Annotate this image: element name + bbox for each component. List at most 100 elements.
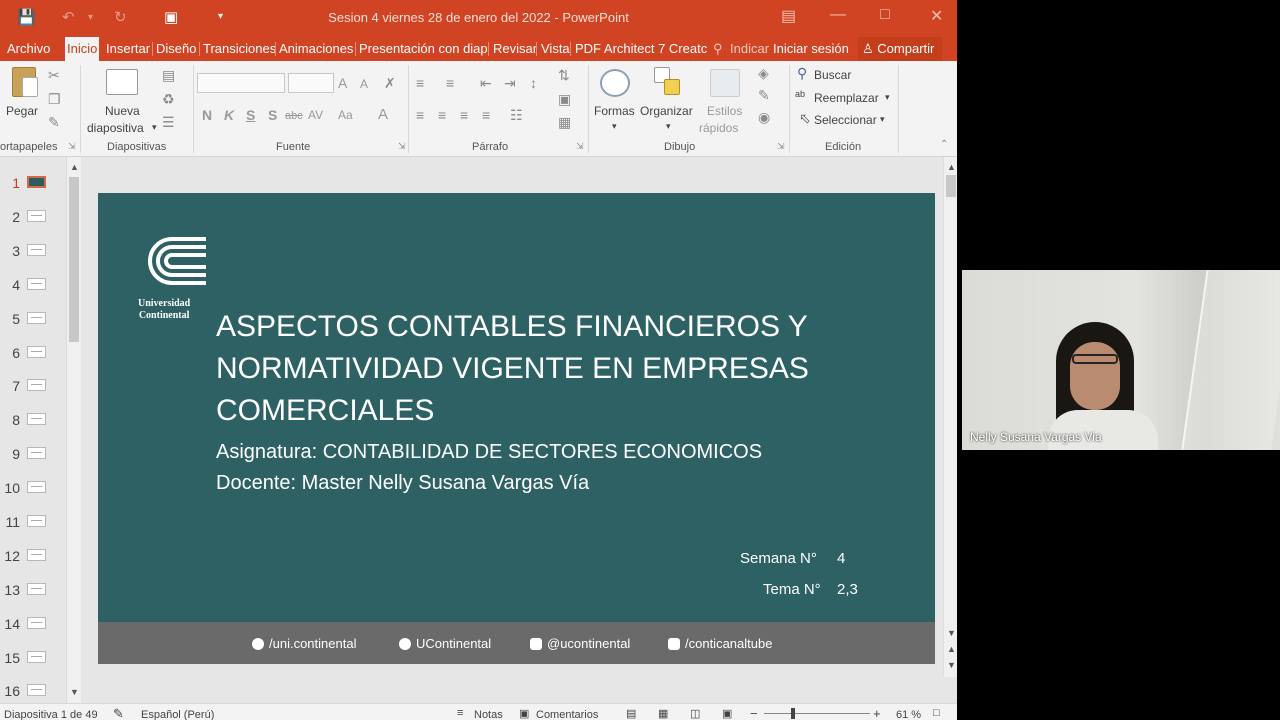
thumbnails-scrollbar[interactable]: ▲ ▼ bbox=[66, 157, 81, 703]
lightbulb-icon[interactable]: ⚲ bbox=[713, 41, 723, 57]
select-button[interactable]: Seleccionar bbox=[814, 113, 877, 127]
notes-button[interactable]: Notas bbox=[474, 709, 503, 720]
scroll-up-icon[interactable]: ▲ bbox=[947, 162, 956, 172]
fit-slide-icon[interactable]: □ bbox=[933, 707, 940, 719]
new-slide-icon[interactable] bbox=[106, 69, 138, 95]
maximize-icon[interactable]: □ bbox=[880, 6, 890, 24]
tab-revisar[interactable]: Revisar bbox=[493, 41, 537, 56]
notes-icon[interactable]: ≡ bbox=[457, 707, 463, 719]
thumbnail-number[interactable]: 10 bbox=[2, 480, 20, 496]
cursor-icon[interactable]: ⬁ bbox=[799, 110, 811, 127]
italic-button[interactable]: K bbox=[224, 107, 234, 123]
align-right-icon[interactable]: ≡ bbox=[460, 107, 468, 123]
thumbnail-number[interactable]: 13 bbox=[2, 582, 20, 598]
replace-button[interactable]: Reemplazar bbox=[814, 91, 879, 105]
slide-thumbnail[interactable] bbox=[27, 413, 46, 425]
slide-canvas[interactable]: Universidad Continental ASPECTOS CONTABL… bbox=[98, 193, 935, 664]
sign-in-link[interactable]: Iniciar sesión bbox=[773, 41, 849, 56]
slide-thumbnail[interactable] bbox=[27, 651, 46, 663]
replace-dropdown-icon[interactable]: ▾ bbox=[885, 92, 890, 103]
share-button[interactable]: ♙ Compartir bbox=[858, 37, 943, 61]
tab-inicio[interactable]: Inicio bbox=[65, 37, 100, 61]
thumbnail-number[interactable]: 4 bbox=[2, 277, 20, 293]
slide-thumbnail[interactable] bbox=[27, 176, 46, 188]
tab-transiciones[interactable]: Transiciones bbox=[203, 41, 276, 56]
tab-pdf-architect[interactable]: PDF Architect 7 Creatc bbox=[575, 41, 707, 56]
dialog-launcher-icon[interactable]: ⇲ bbox=[576, 141, 584, 152]
zoom-level[interactable]: 61 % bbox=[896, 709, 921, 720]
cut-icon[interactable]: ✂ bbox=[48, 67, 60, 84]
grow-font-button[interactable]: A bbox=[338, 75, 347, 91]
new-slide-dropdown-icon[interactable]: ▾ bbox=[152, 122, 157, 133]
search-icon[interactable]: ⚲ bbox=[797, 65, 807, 82]
arrange-dropdown-icon[interactable]: ▾ bbox=[666, 121, 671, 132]
reading-view-icon[interactable]: ◫ bbox=[690, 707, 700, 720]
thumbnail-number[interactable]: 5 bbox=[2, 311, 20, 327]
change-case-button[interactable]: Aa bbox=[338, 108, 353, 122]
normal-view-icon[interactable]: ▤ bbox=[626, 707, 636, 720]
slide-thumbnail[interactable] bbox=[27, 447, 46, 459]
decrease-indent-icon[interactable]: ⇤ bbox=[480, 75, 492, 92]
slideshow-view-icon[interactable]: ▣ bbox=[722, 707, 732, 720]
tab-archivo[interactable]: Archivo bbox=[7, 41, 50, 56]
tab-diseno[interactable]: Diseño bbox=[156, 41, 196, 56]
section-icon[interactable]: ☰ bbox=[162, 114, 175, 131]
dialog-launcher-icon[interactable]: ⇲ bbox=[398, 141, 406, 152]
copy-icon[interactable]: ❐ bbox=[48, 91, 61, 108]
arrange-button[interactable]: Organizar bbox=[640, 104, 693, 118]
scrollbar-thumb[interactable] bbox=[69, 177, 79, 342]
quick-styles-label-2[interactable]: rápidos bbox=[699, 121, 738, 135]
dialog-launcher-icon[interactable]: ⇲ bbox=[68, 141, 76, 152]
increase-indent-icon[interactable]: ⇥ bbox=[504, 75, 516, 92]
align-left-icon[interactable]: ≡ bbox=[416, 107, 424, 123]
slide-thumbnail[interactable] bbox=[27, 379, 46, 391]
text-direction-icon[interactable]: ⇅ bbox=[558, 67, 570, 84]
thumbnail-number[interactable]: 3 bbox=[2, 243, 20, 259]
slide-thumbnail[interactable] bbox=[27, 210, 46, 222]
paste-button[interactable]: Pegar bbox=[6, 104, 38, 118]
columns-icon[interactable]: ☷ bbox=[510, 107, 523, 124]
tab-presentacion[interactable]: Presentación con diap bbox=[359, 41, 488, 56]
slide-thumbnail[interactable] bbox=[27, 549, 46, 561]
thumbnail-number[interactable]: 2 bbox=[2, 209, 20, 225]
slide-thumbnail[interactable] bbox=[27, 312, 46, 324]
comments-button[interactable]: Comentarios bbox=[536, 709, 598, 720]
tab-animaciones[interactable]: Animaciones bbox=[279, 41, 353, 56]
language-indicator[interactable]: Español (Perú) bbox=[141, 709, 214, 720]
quick-styles-icon[interactable] bbox=[710, 69, 740, 97]
thumbnail-number[interactable]: 8 bbox=[2, 412, 20, 428]
scroll-down-icon[interactable]: ▼ bbox=[947, 628, 956, 638]
underline-button[interactable]: S bbox=[246, 107, 255, 123]
thumbnail-number[interactable]: 14 bbox=[2, 616, 20, 632]
thumbnail-number[interactable]: 7 bbox=[2, 378, 20, 394]
new-slide-label-2[interactable]: diapositiva bbox=[87, 121, 144, 135]
thumbnail-number[interactable]: 9 bbox=[2, 446, 20, 462]
slide-thumbnail[interactable] bbox=[27, 617, 46, 629]
zoom-slider[interactable] bbox=[764, 713, 870, 714]
shapes-icon[interactable] bbox=[600, 69, 630, 97]
font-color-button[interactable]: A bbox=[378, 106, 388, 123]
strikethrough-button[interactable]: abc bbox=[285, 110, 303, 122]
thumbnail-number[interactable]: 1 bbox=[2, 175, 20, 191]
line-spacing-icon[interactable]: ↕ bbox=[530, 75, 537, 91]
thumbnail-number[interactable]: 11 bbox=[2, 514, 20, 530]
clear-formatting-icon[interactable]: ✗ bbox=[384, 75, 396, 92]
bold-button[interactable]: N bbox=[202, 107, 212, 123]
slide-thumbnail[interactable] bbox=[27, 481, 46, 493]
editor-scrollbar[interactable]: ▲ ▼ ▲ ▼ bbox=[943, 157, 957, 677]
bullets-icon[interactable]: ≡ bbox=[416, 75, 424, 91]
shadow-button[interactable]: S bbox=[268, 107, 277, 123]
slide-thumbnail[interactable] bbox=[27, 244, 46, 256]
thumbnail-number[interactable]: 15 bbox=[2, 650, 20, 666]
shape-effects-icon[interactable]: ◉ bbox=[758, 109, 770, 126]
collapse-ribbon-icon[interactable]: ⌃ bbox=[940, 139, 948, 150]
scroll-up-icon[interactable]: ▲ bbox=[70, 162, 79, 172]
shapes-dropdown-icon[interactable]: ▾ bbox=[612, 121, 617, 132]
zoom-slider-handle[interactable] bbox=[791, 708, 795, 719]
spellcheck-icon[interactable]: ✎ bbox=[113, 706, 124, 720]
slide-sorter-icon[interactable]: ▦ bbox=[658, 707, 668, 720]
zoom-in-icon[interactable]: + bbox=[873, 706, 881, 720]
dialog-launcher-icon[interactable]: ⇲ bbox=[777, 141, 785, 152]
shapes-button[interactable]: Formas bbox=[594, 104, 635, 118]
slide-thumbnail[interactable] bbox=[27, 278, 46, 290]
